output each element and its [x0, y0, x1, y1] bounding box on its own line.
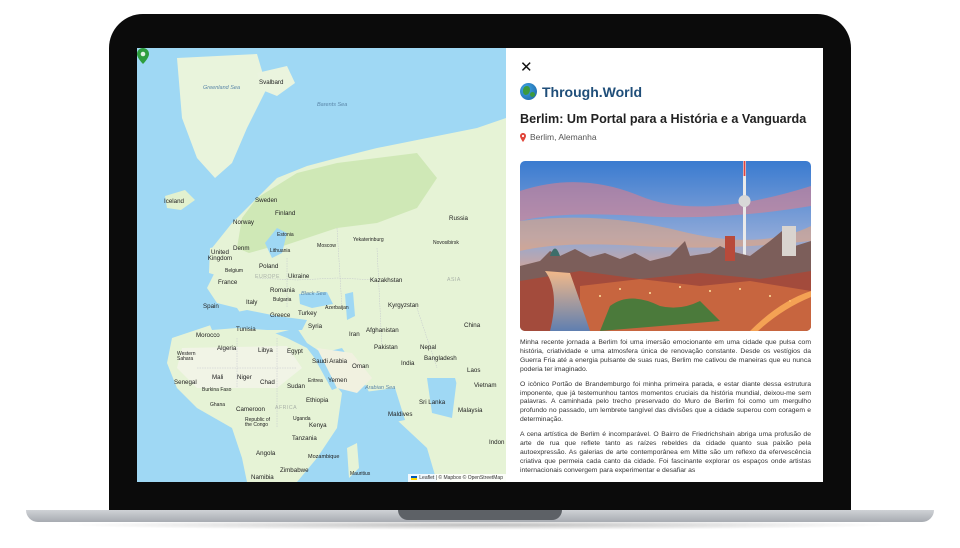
- map-label-algeria: Algeria: [217, 345, 237, 352]
- map-label-morocco: Morocco: [196, 332, 220, 339]
- map-label-moscow: Moscow: [317, 243, 337, 249]
- location-text: Berlim, Alemanha: [530, 132, 597, 142]
- globe-icon: [520, 83, 537, 100]
- map-label-sri-lanka: Sri Lanka: [419, 399, 446, 406]
- map-label-greenland-sea: Greenland Sea: [203, 85, 240, 91]
- article-body: Minha recente jornada a Berlim foi uma i…: [520, 339, 811, 482]
- map-label-yekaterinburg: Yekaterinburg: [353, 237, 384, 243]
- brand-name: Through.World: [542, 83, 643, 100]
- map-label-svalbard: Svalbard: [259, 79, 284, 86]
- map-label-burkina-faso: Burkina Faso: [202, 387, 232, 393]
- article-paragraph: A cena artística de Berlim é incomparáve…: [520, 431, 811, 474]
- brand-logo[interactable]: Through.World: [520, 83, 642, 100]
- map-label-italy: Italy: [246, 299, 258, 306]
- map-label-oman: Oman: [352, 363, 369, 370]
- article-title: Berlim: Um Portal para a História e a Va…: [520, 112, 807, 126]
- map-label-russia: Russia: [449, 215, 468, 222]
- map-label-black-sea: Black Sea: [301, 291, 326, 297]
- map-label-greece: Greece: [270, 312, 291, 319]
- map-landmass: [165, 54, 506, 482]
- map-label-turkey: Turkey: [298, 310, 317, 317]
- map-label-france: France: [218, 279, 238, 286]
- map-label-novosibirsk: Novosibirsk: [433, 240, 459, 246]
- map-label-kyrgyzstan: Kyrgyzstan: [388, 302, 419, 309]
- map-label-egypt: Egypt: [287, 348, 303, 355]
- map-label-africa: AFRICA: [275, 405, 298, 411]
- map-marker-icon[interactable]: [137, 48, 149, 64]
- map-label-spain: Spain: [203, 303, 219, 310]
- map-label-mauritius: Mauritius: [350, 471, 371, 477]
- map-label-libya: Libya: [258, 347, 273, 354]
- berlin-skyline-image: [520, 161, 811, 331]
- map-label-lithuania: Lithuania: [270, 248, 291, 254]
- article-paragraph: Minha recente jornada a Berlim foi uma i…: [520, 339, 811, 373]
- map-label-senegal: Senegal: [174, 379, 197, 386]
- map-label-asia: ASIA: [447, 277, 461, 283]
- hero-image: [520, 161, 811, 331]
- map-label-poland: Poland: [259, 263, 279, 270]
- article-location: Berlim, Alemanha: [520, 132, 597, 142]
- close-button[interactable]: ✕: [520, 60, 533, 75]
- map-attribution[interactable]: Leaflet | © Mapbox © OpenStreetMap: [408, 474, 506, 482]
- map-label-malaysia: Malaysia: [458, 407, 483, 414]
- map-label-bangladesh: Bangladesh: [424, 355, 457, 362]
- map-label-zimbabwe: Zimbabwe: [280, 467, 309, 474]
- map-label-eritrea: Eritrea: [308, 378, 323, 384]
- map-label-vietnam: Vietnam: [474, 382, 497, 389]
- map-label-bulgaria: Bulgaria: [273, 297, 292, 303]
- laptop-notch: [398, 510, 562, 520]
- laptop-screen: Svalbard Greenland Sea Barents Sea Icela…: [137, 48, 823, 482]
- map-label-sudan: Sudan: [287, 383, 305, 390]
- map-label-saudi-arabia: Saudi Arabia: [312, 358, 348, 365]
- map-label-ethiopia: Ethiopia: [306, 397, 329, 404]
- map-label-ghana: Ghana: [210, 402, 226, 408]
- map-attribution-text: Leaflet | © Mapbox © OpenStreetMap: [419, 475, 503, 481]
- map-label-republic-congo: Republic of the Congo: [245, 417, 271, 428]
- map-label-romania: Romania: [270, 287, 295, 294]
- map-label-europe: EUROPE: [255, 274, 280, 280]
- map-label-cameroon: Cameroon: [236, 406, 265, 413]
- map-label-mali: Mali: [212, 374, 224, 381]
- map-label-niger: Niger: [237, 374, 252, 381]
- ukraine-flag-icon: [411, 475, 418, 480]
- map-label-yemen: Yemen: [328, 377, 348, 384]
- map-label-norway: Norway: [233, 219, 254, 226]
- map-label-afghanistan: Afghanistan: [366, 327, 399, 334]
- map-label-uganda: Uganda: [293, 416, 311, 422]
- article-panel: ✕ Through.World Berlim: Um Portal para a…: [506, 48, 823, 482]
- map-label-kenya: Kenya: [309, 422, 327, 429]
- article-paragraph: O icônico Portão de Brandemburgo foi min…: [520, 380, 811, 424]
- map-label-sweden: Sweden: [255, 197, 278, 204]
- map-label-tanzania: Tanzania: [292, 435, 317, 442]
- map-label-iceland: Iceland: [164, 198, 184, 205]
- map-label-arabian-sea: Arabian Sea: [365, 385, 396, 391]
- map-label-ukraine: Ukraine: [288, 273, 310, 280]
- map-label-syria: Syria: [308, 323, 323, 330]
- map-label-belgium: Belgium: [225, 268, 244, 274]
- world-map[interactable]: Svalbard Greenland Sea Barents Sea Icela…: [137, 48, 506, 482]
- map-label-western-sahara: Western Sahara: [177, 351, 196, 362]
- map-label-nepal: Nepal: [420, 344, 437, 351]
- map-label-finland: Finland: [275, 210, 296, 217]
- map-label-angola: Angola: [256, 450, 276, 457]
- map-label-azerbaijan: Azerbaijan: [325, 305, 349, 311]
- map-label-united-kingdom: United Kingdom: [207, 249, 233, 263]
- map-label-laos: Laos: [467, 367, 481, 374]
- map-label-barents-sea: Barents Sea: [317, 102, 348, 108]
- map-label-denmark: Denm: [233, 245, 250, 252]
- map-label-india: India: [401, 360, 415, 367]
- location-pin-icon: [520, 132, 526, 142]
- map-label-maldives: Maldives: [388, 411, 413, 418]
- map-label-pakistan: Pakistan: [374, 344, 398, 351]
- map-label-kazakhstan: Kazakhstan: [370, 277, 403, 284]
- map-label-mozambique: Mozambique: [308, 454, 340, 460]
- map-label-namibia: Namibia: [251, 474, 274, 481]
- map-label-tunisia: Tunisia: [236, 326, 256, 333]
- map-label-china: China: [464, 322, 481, 329]
- map-label-estonia: Estonia: [277, 232, 294, 238]
- map-label-iran: Iran: [349, 331, 360, 338]
- map-label-chad: Chad: [260, 379, 275, 386]
- map-label-indonesia: Indon: [489, 439, 505, 446]
